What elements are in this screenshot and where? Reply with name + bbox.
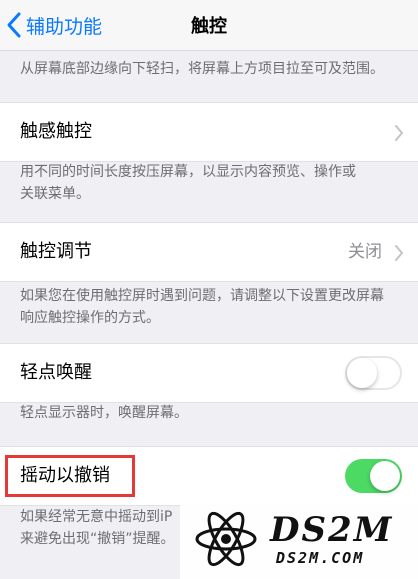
watermark-brand: DS2M — [270, 509, 394, 550]
site-watermark: DS2M DS2M.COM — [180, 498, 418, 579]
navigation-bar: 辅助功能 触控 — [0, 0, 418, 51]
switch-knob — [347, 358, 377, 388]
haptic-touch-label: 触感触控 — [20, 121, 92, 142]
tap-to-wake-switch[interactable] — [345, 356, 402, 390]
switch-knob — [370, 461, 400, 491]
shake-to-undo-switch[interactable] — [345, 459, 402, 493]
touch-accommodations-value: 关闭 — [348, 242, 382, 262]
touch-accommodations-footnote: 如果您在使用触控屏时遇到问题，请调整以下设置更改屏幕 响应触控操作的方式。 — [20, 285, 405, 329]
tap-to-wake-row: 轻点唤醒 — [0, 343, 418, 403]
highlight-annotation — [5, 455, 135, 497]
atom-logo-icon — [195, 511, 257, 566]
haptic-touch-row[interactable]: 触感触控 — [0, 102, 418, 162]
tap-to-wake-footnote: 轻点显示器时，唤醒屏幕。 — [20, 405, 188, 421]
touch-accommodations-footnote-line: 响应触控操作的方式。 — [20, 310, 160, 326]
haptic-touch-footnote-line: 用不同的时间长度按压屏幕，以显示内容预览、操作或 — [20, 164, 356, 180]
page-title: 触控 — [191, 16, 227, 37]
haptic-touch-footnote: 用不同的时间长度按压屏幕，以显示内容预览、操作或 关联菜单。 — [20, 161, 405, 205]
reachability-footnote: 从屏幕底部边缘向下轻扫，将屏幕上方项目拉至可及范围。 — [20, 61, 384, 77]
chevron-right-icon — [395, 125, 403, 141]
touch-accommodations-footnote-line: 如果您在使用触控屏时遇到问题，请调整以下设置更改屏幕 — [20, 288, 384, 304]
haptic-touch-footnote-line: 关联菜单。 — [20, 186, 90, 202]
watermark-site: DS2M.COM — [276, 548, 365, 567]
tap-to-wake-label: 轻点唤醒 — [20, 362, 92, 383]
touch-accommodations-label: 触控调节 — [20, 241, 92, 262]
touch-accommodations-row[interactable]: 触控调节 关闭 — [0, 222, 418, 282]
chevron-right-icon — [395, 245, 403, 261]
